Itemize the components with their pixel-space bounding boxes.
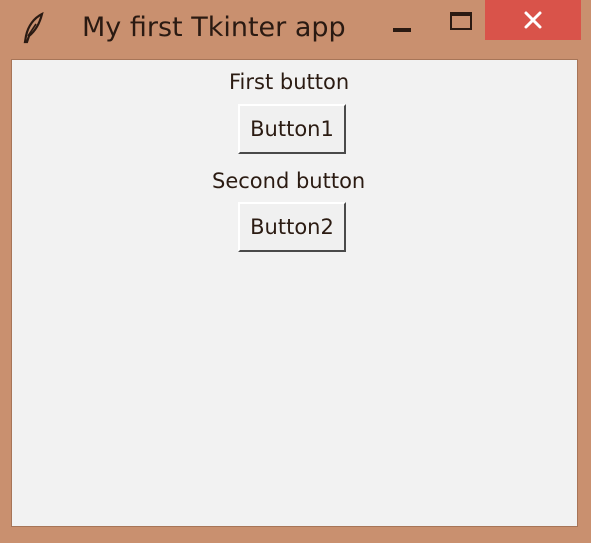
button1[interactable]: Button1 <box>238 104 346 154</box>
maximize-button[interactable] <box>440 6 484 46</box>
client-area: First button Button1 Second button Butto… <box>11 59 578 527</box>
tkinter-window: My first Tkinter app First button Button… <box>0 0 591 543</box>
close-button[interactable] <box>485 0 581 40</box>
maximize-icon <box>450 12 472 30</box>
minimize-button[interactable] <box>380 6 424 46</box>
minimize-icon <box>393 28 411 32</box>
second-button-label: Second button <box>212 169 366 193</box>
button2[interactable]: Button2 <box>238 202 346 252</box>
feather-icon <box>20 11 48 44</box>
first-button-label: First button <box>229 70 350 94</box>
title-bar[interactable]: My first Tkinter app <box>0 0 591 55</box>
window-title: My first Tkinter app <box>82 12 346 43</box>
